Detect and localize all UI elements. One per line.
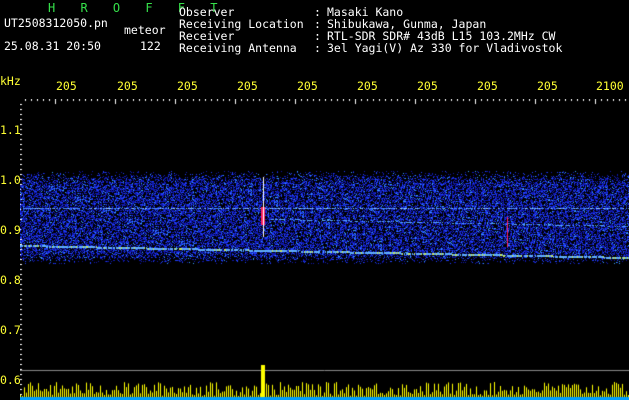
- y-axis-unit: kHz: [0, 74, 21, 88]
- x-tick: 205: [237, 79, 258, 93]
- x-tick: 205: [357, 79, 378, 93]
- spectrogram-plot: [20, 99, 629, 400]
- y-tick: 0.9: [0, 223, 21, 237]
- meteor-count: 122: [140, 39, 161, 53]
- x-tick: 205: [117, 79, 138, 93]
- y-tick: 0.8: [0, 273, 21, 287]
- x-tick: 2100: [596, 79, 624, 93]
- x-tick: 205: [297, 79, 318, 93]
- y-tick: 1.0: [0, 173, 21, 187]
- meta-value-antenna: 3el Yagi(V) Az 330 for Vladivostok: [327, 41, 563, 55]
- meta-label-antenna: Receiving Antenna: [179, 41, 297, 55]
- x-tick: 205: [56, 79, 77, 93]
- y-tick: 0.7: [0, 323, 21, 337]
- x-tick: 205: [417, 79, 438, 93]
- y-tick: 0.6: [0, 373, 21, 387]
- meta-separator: :: [314, 41, 321, 55]
- y-tick: 1.1: [0, 123, 21, 137]
- x-tick: 205: [477, 79, 498, 93]
- spectrogram-canvas: [20, 99, 629, 400]
- file-name: UT2508312050.pn: [4, 16, 108, 30]
- detection-tag: meteor: [124, 23, 166, 37]
- date-time: 25.08.31 20:50: [4, 39, 101, 53]
- x-tick: 205: [537, 79, 558, 93]
- x-tick: 205: [177, 79, 198, 93]
